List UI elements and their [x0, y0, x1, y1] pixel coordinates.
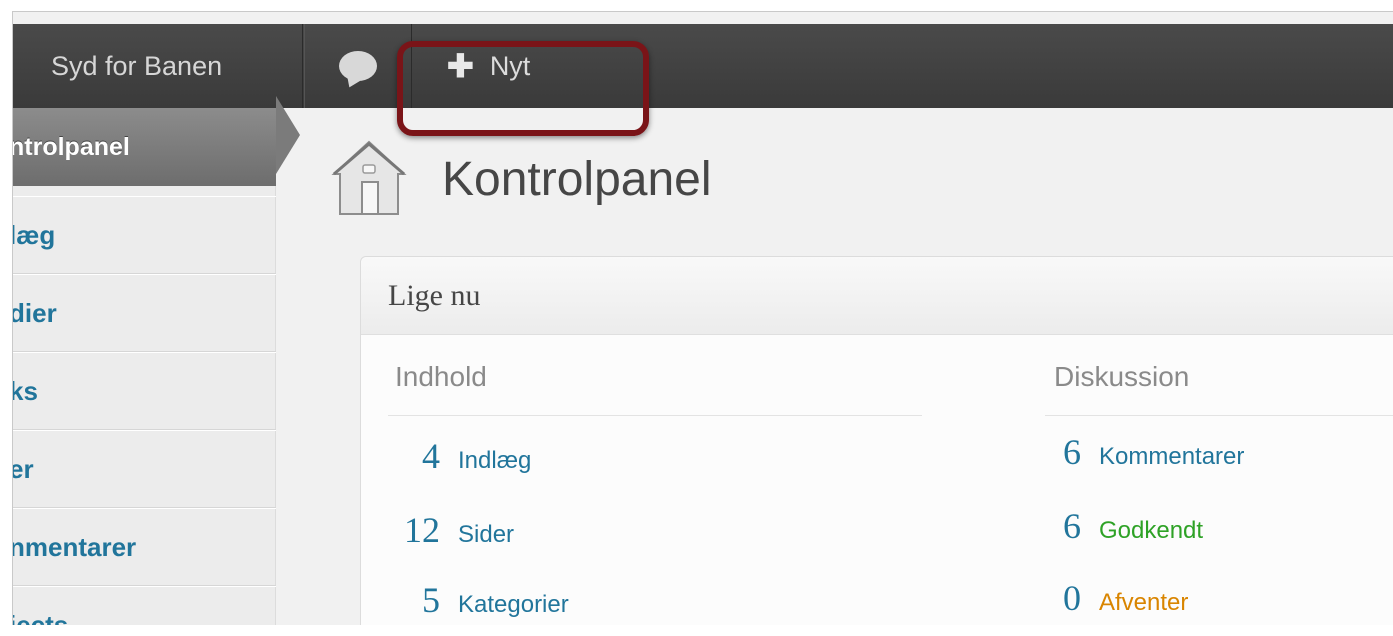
discussion-divider	[1045, 415, 1393, 416]
widget-title-label: Lige nu	[388, 278, 481, 312]
discussion-row-pending: 0 Afventer	[1037, 577, 1188, 619]
content-divider	[388, 415, 922, 416]
sidebar-item-media[interactable]: dier	[13, 274, 276, 352]
pending-link[interactable]: Afventer	[1099, 589, 1188, 617]
posts-link[interactable]: Indlæg	[458, 447, 531, 475]
admin-bar: Syd for Banen ✚ Nyt	[13, 24, 1393, 136]
sidebar-item-pages[interactable]: er	[13, 430, 276, 508]
main-content: Kontrolpanel Lige nu Indhold Diskussion …	[300, 108, 1393, 625]
comments-count-link[interactable]: 6	[1037, 431, 1081, 473]
sidebar-item-label: jects	[12, 609, 69, 626]
discussion-column-header: Diskussion	[1054, 361, 1190, 392]
comments-link[interactable]: Kommentarer	[1099, 443, 1244, 471]
content-row-posts: 4 Indlæg	[385, 435, 531, 477]
sidebar-item-label: er	[13, 453, 34, 484]
sidebar-item-comments[interactable]: nmentarer	[13, 508, 276, 586]
posts-count-link[interactable]: 4	[385, 435, 440, 477]
page-title: Kontrolpanel	[442, 153, 712, 206]
current-menu-arrow	[276, 96, 300, 174]
sidebar-item-label: nmentarer	[12, 531, 137, 562]
admin-sidebar: ntrolpanel læg dier ks er nmentarer ject…	[13, 108, 276, 625]
site-name-link[interactable]: Syd for Banen	[13, 24, 303, 108]
pages-link[interactable]: Sider	[458, 521, 514, 549]
sidebar-item-links[interactable]: ks	[13, 352, 276, 430]
approved-link[interactable]: Godkendt	[1099, 517, 1203, 545]
right-now-widget: Lige nu Indhold Diskussion 4 Indlæg 12 S…	[360, 256, 1393, 625]
comments-link[interactable]	[304, 24, 412, 108]
categories-link[interactable]: Kategorier	[458, 591, 569, 619]
sidebar-item-label: dier	[12, 297, 57, 328]
screenshot-frame: Syd for Banen ✚ Nyt ntrolpanel læg dier …	[12, 11, 1393, 625]
categories-count-link[interactable]: 5	[385, 579, 440, 621]
sidebar-item-label: ks	[13, 375, 38, 406]
sidebar-item-label: ntrolpanel	[12, 132, 130, 161]
sidebar-item-label: læg	[12, 219, 56, 250]
sidebar-item-dashboard[interactable]: ntrolpanel	[13, 108, 276, 186]
comment-bubble-icon	[339, 51, 377, 81]
discussion-row-comments: 6 Kommentarer	[1037, 431, 1244, 473]
discussion-row-approved: 6 Godkendt	[1037, 505, 1203, 547]
sidebar-item-projects[interactable]: jects	[13, 586, 276, 625]
site-name-label: Syd for Banen	[51, 50, 223, 81]
house-icon	[331, 140, 407, 215]
sidebar-item-posts[interactable]: læg	[13, 196, 276, 274]
pending-count-link[interactable]: 0	[1037, 577, 1081, 619]
content-column-header: Indhold	[395, 361, 487, 392]
widget-title[interactable]: Lige nu	[361, 257, 1393, 335]
content-row-categories: 5 Kategorier	[385, 579, 569, 621]
content-row-pages: 12 Sider	[385, 509, 514, 551]
pages-count-link[interactable]: 12	[385, 509, 440, 551]
approved-count-link[interactable]: 6	[1037, 505, 1081, 547]
